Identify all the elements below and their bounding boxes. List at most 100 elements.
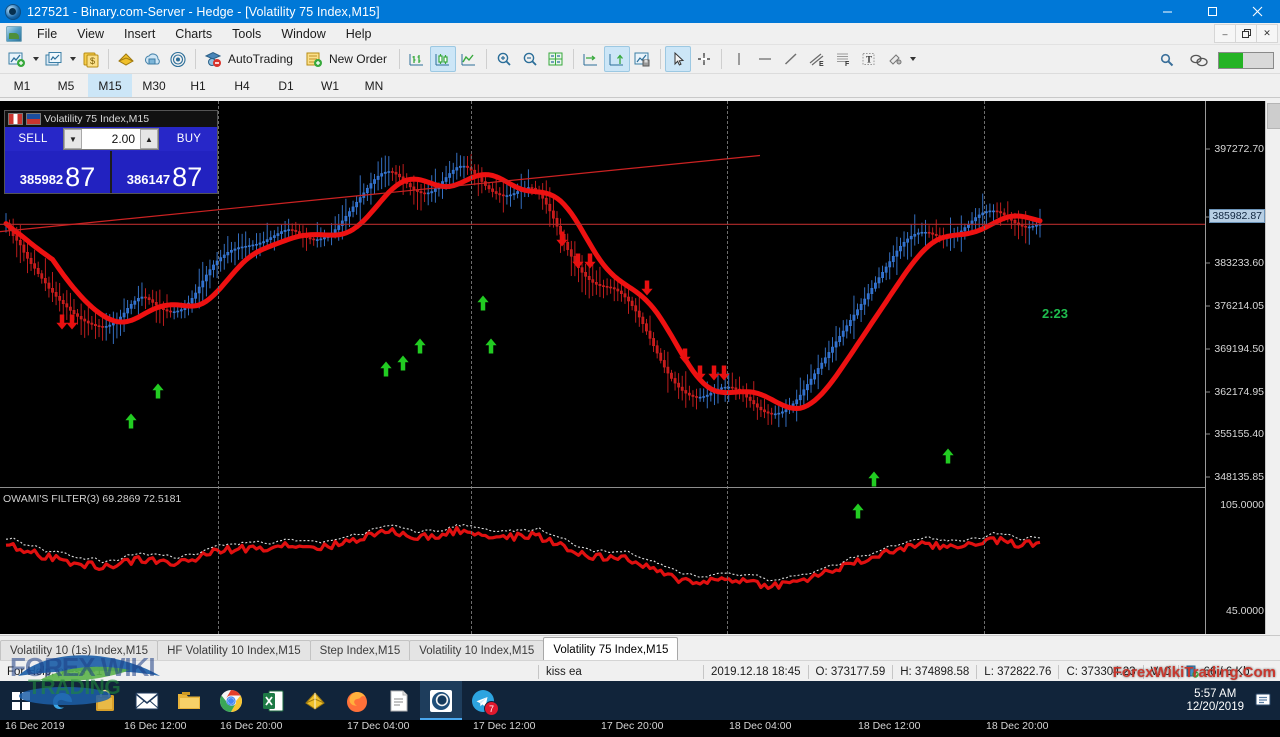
chart-tab-step-index[interactable]: Step Index,M15 <box>309 640 411 661</box>
chrome-icon[interactable] <box>210 681 252 720</box>
chart-tab-volatility-75[interactable]: Volatility 75 Index,M15 <box>543 637 679 661</box>
new-order-label[interactable]: New Order <box>329 52 387 66</box>
vertical-line-icon[interactable] <box>726 46 752 72</box>
auto-scroll-icon[interactable] <box>603 46 630 72</box>
explorer-icon[interactable] <box>168 681 210 720</box>
search-icon[interactable] <box>1154 47 1180 73</box>
telegram-icon[interactable]: 7 <box>462 681 504 720</box>
timeframe-mn[interactable]: MN <box>352 74 396 97</box>
mdi-close-button[interactable]: ✕ <box>1256 24 1278 43</box>
minimize-button[interactable] <box>1145 0 1190 23</box>
connection-status-bar[interactable] <box>1218 51 1274 69</box>
status-help-text: For Help, press F1 <box>7 665 103 678</box>
timeframe-m1[interactable]: M1 <box>0 74 44 97</box>
symbol-flag-icon <box>8 113 23 125</box>
close-button[interactable] <box>1235 0 1280 23</box>
data-window-icon[interactable] <box>113 46 139 72</box>
scrollbar-thumb[interactable] <box>1267 103 1280 129</box>
line-chart-icon[interactable] <box>456 46 482 72</box>
status-bar: For Help, press F1 kiss ea 2019.12.18 18… <box>0 660 1280 682</box>
timeframe-h4[interactable]: H4 <box>220 74 264 97</box>
indicator-label: OWAMI'S FILTER(3) 69.2869 72.5181 <box>3 493 182 505</box>
cursor-icon[interactable] <box>664 46 691 72</box>
profiles-icon[interactable] <box>41 46 67 72</box>
buy-price-main: 386147 <box>126 171 171 187</box>
time-tick-label: 18 Dec 04:00 <box>729 720 792 732</box>
timeframe-h1[interactable]: H1 <box>176 74 220 97</box>
timeframe-d1[interactable]: D1 <box>264 74 308 97</box>
chart-shift-icon[interactable] <box>578 46 604 72</box>
navigator-icon[interactable] <box>139 46 165 72</box>
timeframe-m15[interactable]: M15 <box>88 74 132 97</box>
buy-quote[interactable]: 386147 87 <box>112 151 217 193</box>
volume-input[interactable]: ▼ 2.00 ▲ <box>63 128 159 150</box>
chart-vertical-scrollbar[interactable] <box>1265 101 1280 634</box>
menu-item-tools[interactable]: Tools <box>222 25 271 43</box>
indicator-scale-min: 45.0000 <box>1226 605 1264 617</box>
buy-button[interactable]: BUY <box>161 133 217 145</box>
mail-icon[interactable] <box>126 681 168 720</box>
timeframe-m5[interactable]: M5 <box>44 74 88 97</box>
notification-icon[interactable] <box>1254 692 1274 710</box>
store-icon[interactable] <box>84 681 126 720</box>
sell-price-points: 87 <box>65 162 96 193</box>
paint-icon[interactable] <box>294 681 336 720</box>
chat-icon[interactable] <box>1186 47 1212 73</box>
menu-item-view[interactable]: View <box>67 25 114 43</box>
volume-value[interactable]: 2.00 <box>82 132 140 146</box>
zoom-in-icon[interactable] <box>491 46 517 72</box>
menu-item-help[interactable]: Help <box>336 25 382 43</box>
chart-tab-volatility-10-1s[interactable]: Volatility 10 (1s) Index,M15 <box>0 640 159 661</box>
metatrader-icon[interactable] <box>420 681 462 720</box>
grid-icon[interactable] <box>543 46 569 72</box>
trade-panel-symbol: Volatility 75 Index,M15 <box>44 113 150 125</box>
excel-icon[interactable] <box>252 681 294 720</box>
taskbar-clock[interactable]: 5:57 AM 12/20/2019 <box>1186 688 1244 714</box>
toolbar-separator <box>720 49 722 69</box>
fibonacci-icon[interactable]: F <box>830 46 856 72</box>
menu-item-window[interactable]: Window <box>271 25 335 43</box>
templates-icon[interactable] <box>630 46 656 72</box>
chart-tab-volatility-10[interactable]: Volatility 10 Index,M15 <box>409 640 545 661</box>
mdi-restore-button[interactable] <box>1235 24 1257 43</box>
sell-button[interactable]: SELL <box>5 133 61 145</box>
volume-decrease-button[interactable]: ▼ <box>64 129 82 149</box>
volume-increase-button[interactable]: ▲ <box>140 129 158 149</box>
candlestick-chart-icon[interactable] <box>429 46 456 72</box>
price-scale[interactable]: 397272.70 390253.15 383233.60 376214.05 … <box>1205 101 1266 634</box>
bar-chart-icon[interactable] <box>404 46 430 72</box>
one-click-trading-panel[interactable]: Volatility 75 Index,M15 SELL ▼ 2.00 ▲ BU… <box>4 110 218 194</box>
chart-dropdown-icon[interactable] <box>30 47 41 71</box>
price-tick-label: 383233.60 <box>1214 257 1264 269</box>
new-order-icon[interactable] <box>301 46 327 72</box>
start-icon[interactable] <box>0 681 42 720</box>
autotrading-icon[interactable] <box>200 46 226 72</box>
horizontal-line-icon[interactable] <box>752 46 778 72</box>
shapes-dropdown-icon[interactable] <box>908 47 919 71</box>
timeframe-m30[interactable]: M30 <box>132 74 176 97</box>
edge-icon[interactable] <box>42 681 84 720</box>
maximize-button[interactable] <box>1190 0 1235 23</box>
menu-item-file[interactable]: File <box>27 25 67 43</box>
timeframe-w1[interactable]: W1 <box>308 74 352 97</box>
terminal-icon[interactable] <box>165 46 191 72</box>
new-chart-icon[interactable] <box>4 46 30 72</box>
zoom-out-icon[interactable] <box>517 46 543 72</box>
shapes-icon[interactable] <box>882 46 908 72</box>
menu-item-insert[interactable]: Insert <box>114 25 165 43</box>
menu-item-charts[interactable]: Charts <box>165 25 222 43</box>
chart-tab-hf-volatility-10[interactable]: HF Volatility 10 Index,M15 <box>157 640 311 661</box>
equidistant-channel-icon[interactable]: E <box>804 46 830 72</box>
trade-panel-header: Volatility 75 Index,M15 <box>5 111 217 127</box>
crosshair-icon[interactable] <box>691 46 717 72</box>
notes-icon[interactable] <box>378 681 420 720</box>
status-datetime: 2019.12.18 18:45 <box>711 665 801 678</box>
market-watch-icon[interactable]: $ <box>78 46 104 72</box>
trendline-icon[interactable] <box>778 46 804 72</box>
firefox-icon[interactable] <box>336 681 378 720</box>
sell-quote[interactable]: 385982 87 <box>5 151 110 193</box>
autotrading-label[interactable]: AutoTrading <box>228 52 293 66</box>
profiles-dropdown-icon[interactable] <box>67 47 78 71</box>
mdi-minimize-button[interactable]: – <box>1214 24 1236 43</box>
text-label-icon[interactable]: T <box>856 46 882 72</box>
